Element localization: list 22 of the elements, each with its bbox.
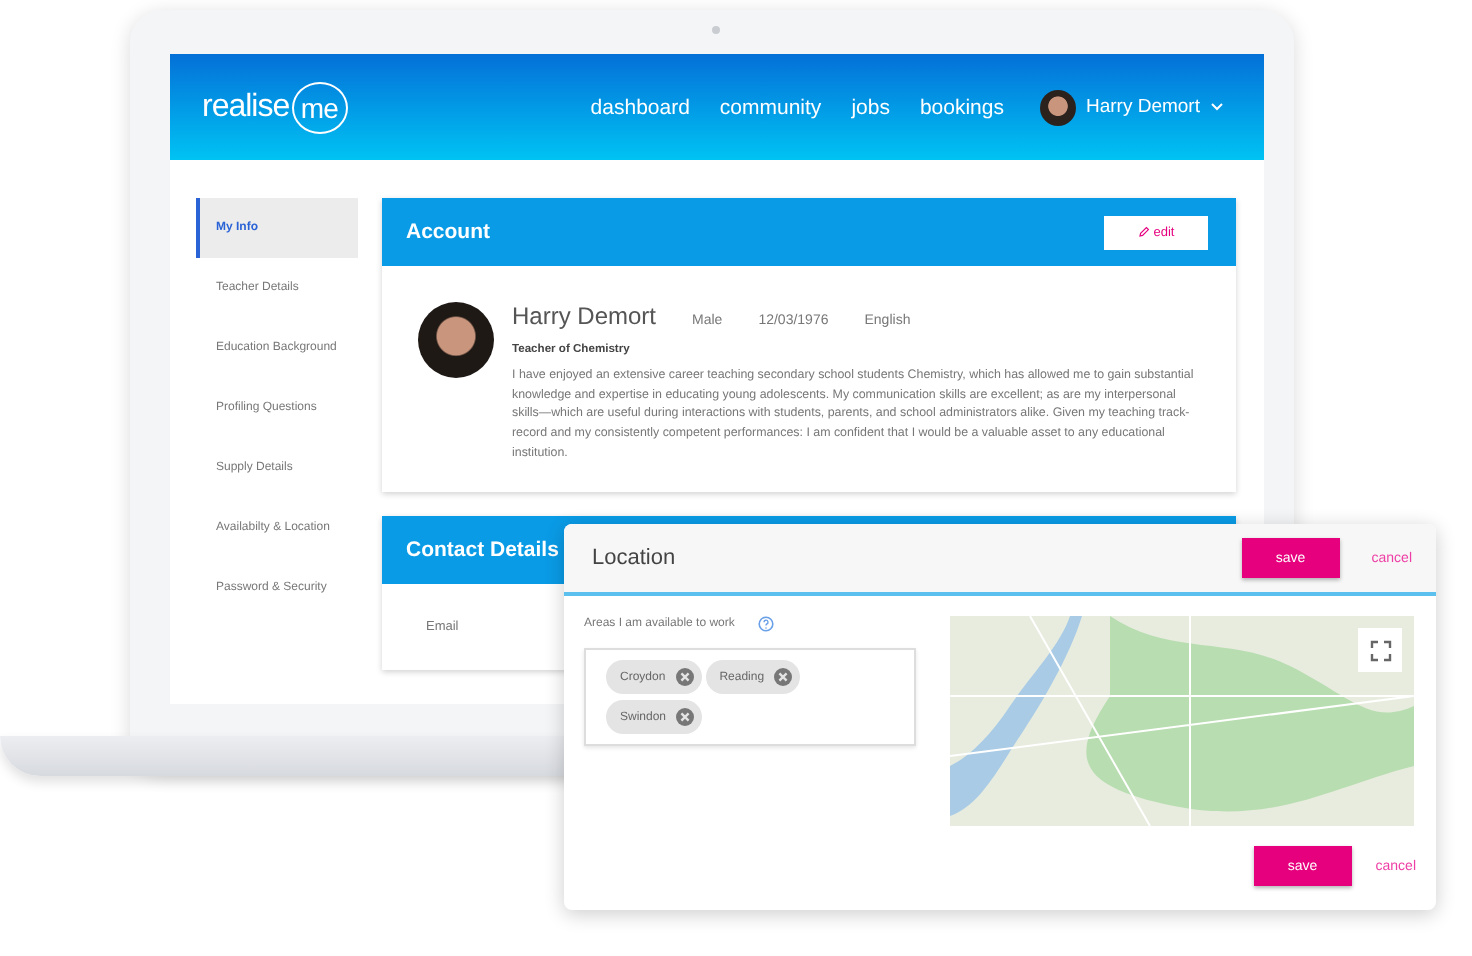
nav-link[interactable]: community xyxy=(719,95,822,119)
user-menu[interactable]: Harry Demort xyxy=(1039,89,1224,125)
nav-link[interactable]: bookings xyxy=(919,95,1004,119)
remove-icon[interactable] xyxy=(676,708,695,726)
chevron-down-icon xyxy=(1210,102,1224,112)
avatar-placeholder xyxy=(418,302,494,378)
remove-icon[interactable] xyxy=(774,668,793,686)
logo-text: realise xyxy=(202,91,290,123)
card-title: Contact Details xyxy=(406,537,559,562)
fullscreen-icon xyxy=(1369,639,1391,661)
help-icon[interactable] xyxy=(758,616,775,632)
nav-link[interactable]: jobs xyxy=(851,95,890,119)
dialog-title: Location xyxy=(592,546,676,570)
avatar-placeholder xyxy=(1039,89,1076,125)
profile-name: Harry Demort xyxy=(512,302,657,330)
pencil-icon xyxy=(1137,226,1150,238)
card-title: Account xyxy=(406,220,490,244)
fullscreen-button[interactable] xyxy=(1358,628,1402,672)
remove-icon[interactable] xyxy=(675,668,694,686)
camera-icon xyxy=(712,26,720,34)
logo-circle: me xyxy=(291,81,348,133)
nav-link[interactable]: dashboard xyxy=(590,95,690,119)
